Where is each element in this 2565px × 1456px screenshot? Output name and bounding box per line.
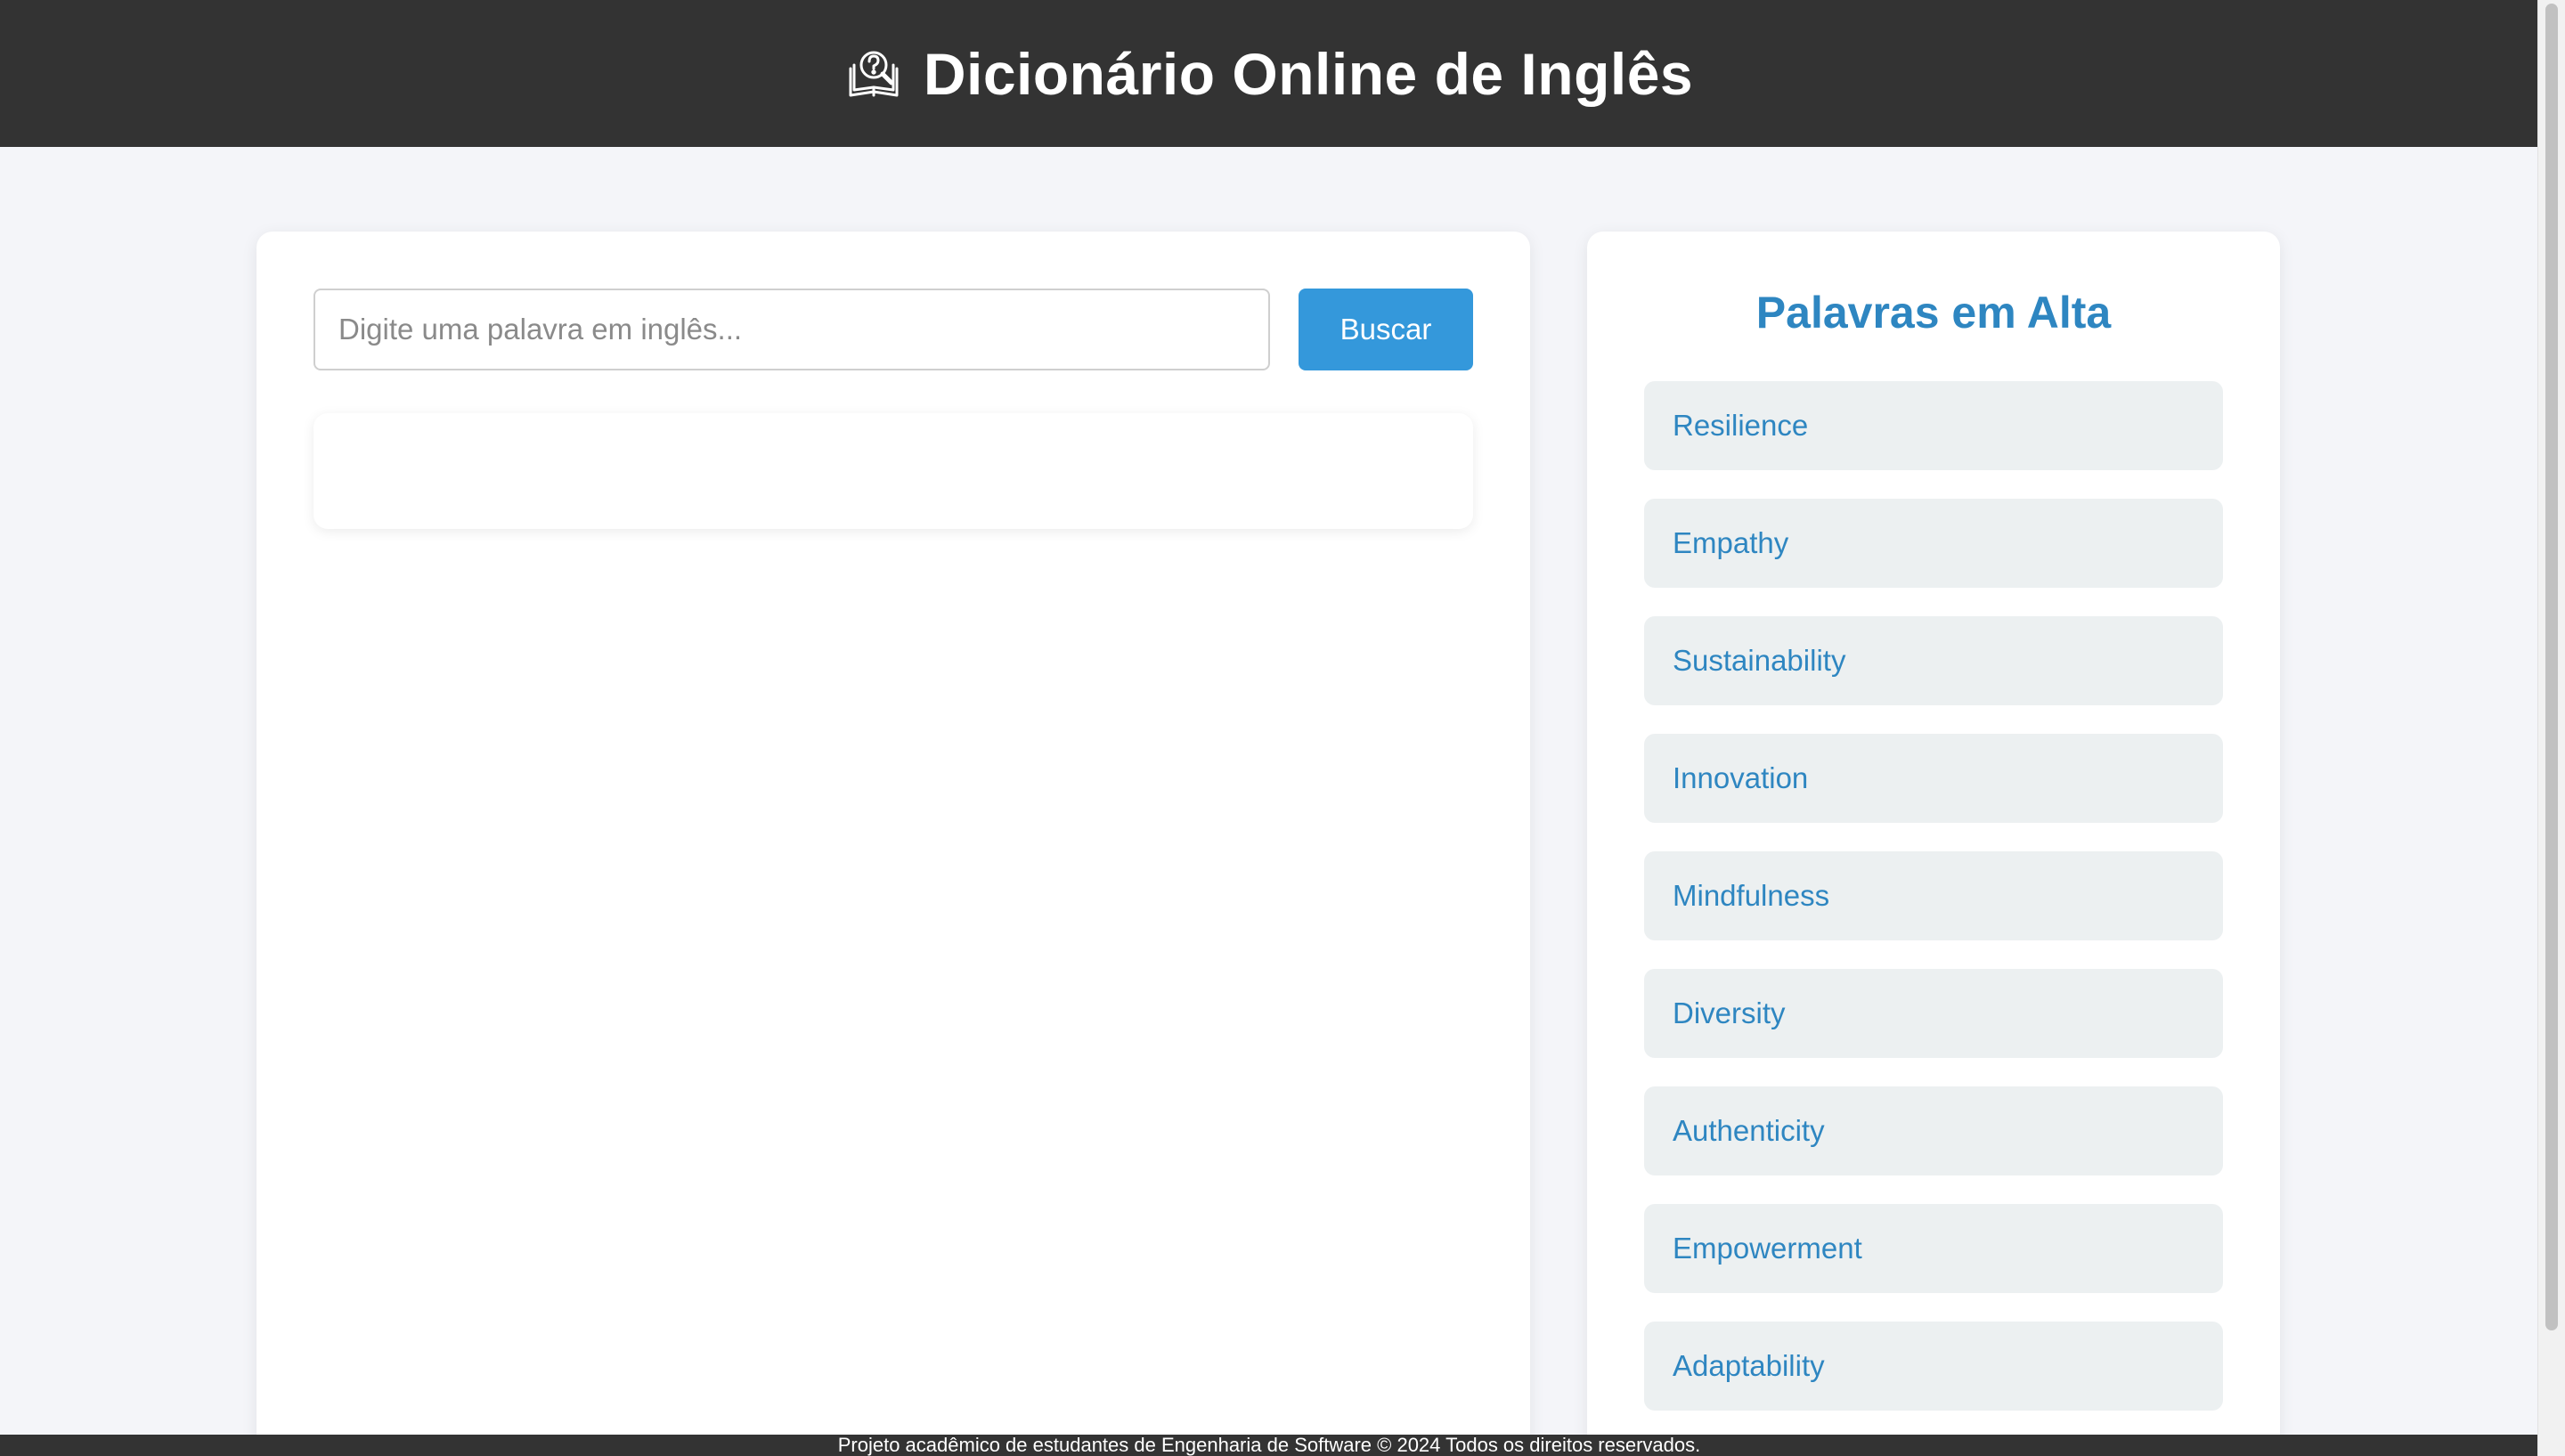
trending-word-resilience[interactable]: Resilience bbox=[1644, 381, 2223, 470]
trending-panel: Palavras em Alta Resilience Empathy Sust… bbox=[1587, 232, 2280, 1456]
trending-word-empathy[interactable]: Empathy bbox=[1644, 499, 2223, 588]
result-box bbox=[314, 413, 1473, 529]
trending-title: Palavras em Alta bbox=[1755, 288, 2112, 338]
trending-word-sustainability[interactable]: Sustainability bbox=[1644, 616, 2223, 705]
trending-word-adaptability[interactable]: Adaptability bbox=[1644, 1322, 2223, 1411]
trending-word-diversity[interactable]: Diversity bbox=[1644, 969, 2223, 1058]
search-row: Buscar bbox=[314, 289, 1473, 370]
trending-word-authenticity[interactable]: Authenticity bbox=[1644, 1086, 2223, 1175]
trending-word-empowerment[interactable]: Empowerment bbox=[1644, 1204, 2223, 1293]
trending-word-innovation[interactable]: Innovation bbox=[1644, 734, 2223, 823]
dictionary-search-icon bbox=[845, 45, 902, 102]
search-panel: Buscar bbox=[256, 232, 1530, 1456]
header-inner: Dicionário Online de Inglês bbox=[845, 40, 1693, 108]
search-input[interactable] bbox=[314, 289, 1270, 370]
search-button[interactable]: Buscar bbox=[1299, 289, 1473, 370]
site-footer: Projeto acadêmico de estudantes de Engen… bbox=[0, 1435, 2538, 1456]
page-title: Dicionário Online de Inglês bbox=[923, 40, 1694, 107]
scrollbar-thumb[interactable] bbox=[2545, 4, 2558, 1330]
trending-word-mindfulness[interactable]: Mindfulness bbox=[1644, 851, 2223, 940]
trending-word-list: Resilience Empathy Sustainability Innova… bbox=[1644, 381, 2223, 1439]
site-header: Dicionário Online de Inglês bbox=[0, 0, 2538, 147]
page-scrollbar[interactable] bbox=[2537, 0, 2565, 1456]
